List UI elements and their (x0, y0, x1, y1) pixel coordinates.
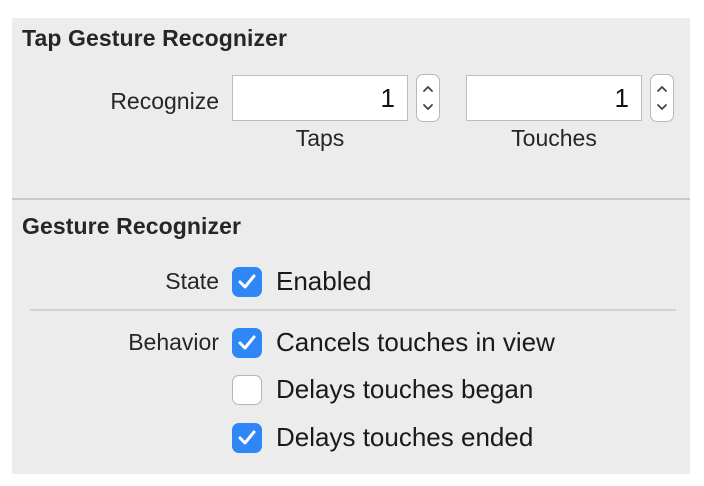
chevron-up-icon[interactable] (422, 83, 434, 95)
taps-label: Taps (295, 125, 345, 151)
attributes-inspector-panel: Tap Gesture Recognizer Recognize 1 Taps … (12, 18, 690, 474)
delays-ended-checkbox[interactable] (232, 423, 262, 453)
gesture-section-title: Gesture Recognizer (22, 213, 242, 239)
chevron-down-icon[interactable] (422, 101, 434, 113)
delays-began-label: Delays touches began (276, 374, 534, 404)
checkmark-icon (238, 430, 256, 445)
cancels-touches-checkbox[interactable] (232, 328, 262, 358)
checkmark-icon (238, 274, 256, 289)
cancels-touches-label: Cancels touches in view (276, 327, 555, 357)
recognize-label: Recognize (110, 88, 219, 114)
delays-ended-label: Delays touches ended (276, 422, 534, 452)
enabled-checkbox[interactable] (232, 267, 262, 297)
touches-stepper[interactable] (650, 74, 674, 122)
tap-gesture-section-title: Tap Gesture Recognizer (22, 25, 288, 51)
delays-began-checkbox[interactable] (232, 375, 262, 405)
taps-stepper[interactable] (416, 74, 440, 122)
chevron-down-icon[interactable] (656, 101, 668, 113)
checkmark-icon (238, 335, 256, 350)
behavior-label: Behavior (128, 329, 219, 355)
enabled-label: Enabled (276, 266, 372, 296)
taps-field[interactable]: 1 (232, 75, 408, 121)
chevron-up-icon[interactable] (656, 83, 668, 95)
touches-field[interactable]: 1 (466, 75, 642, 121)
section-divider (12, 198, 690, 200)
state-label: State (165, 268, 219, 294)
state-behavior-divider (30, 309, 676, 311)
touches-label: Touches (511, 125, 597, 151)
